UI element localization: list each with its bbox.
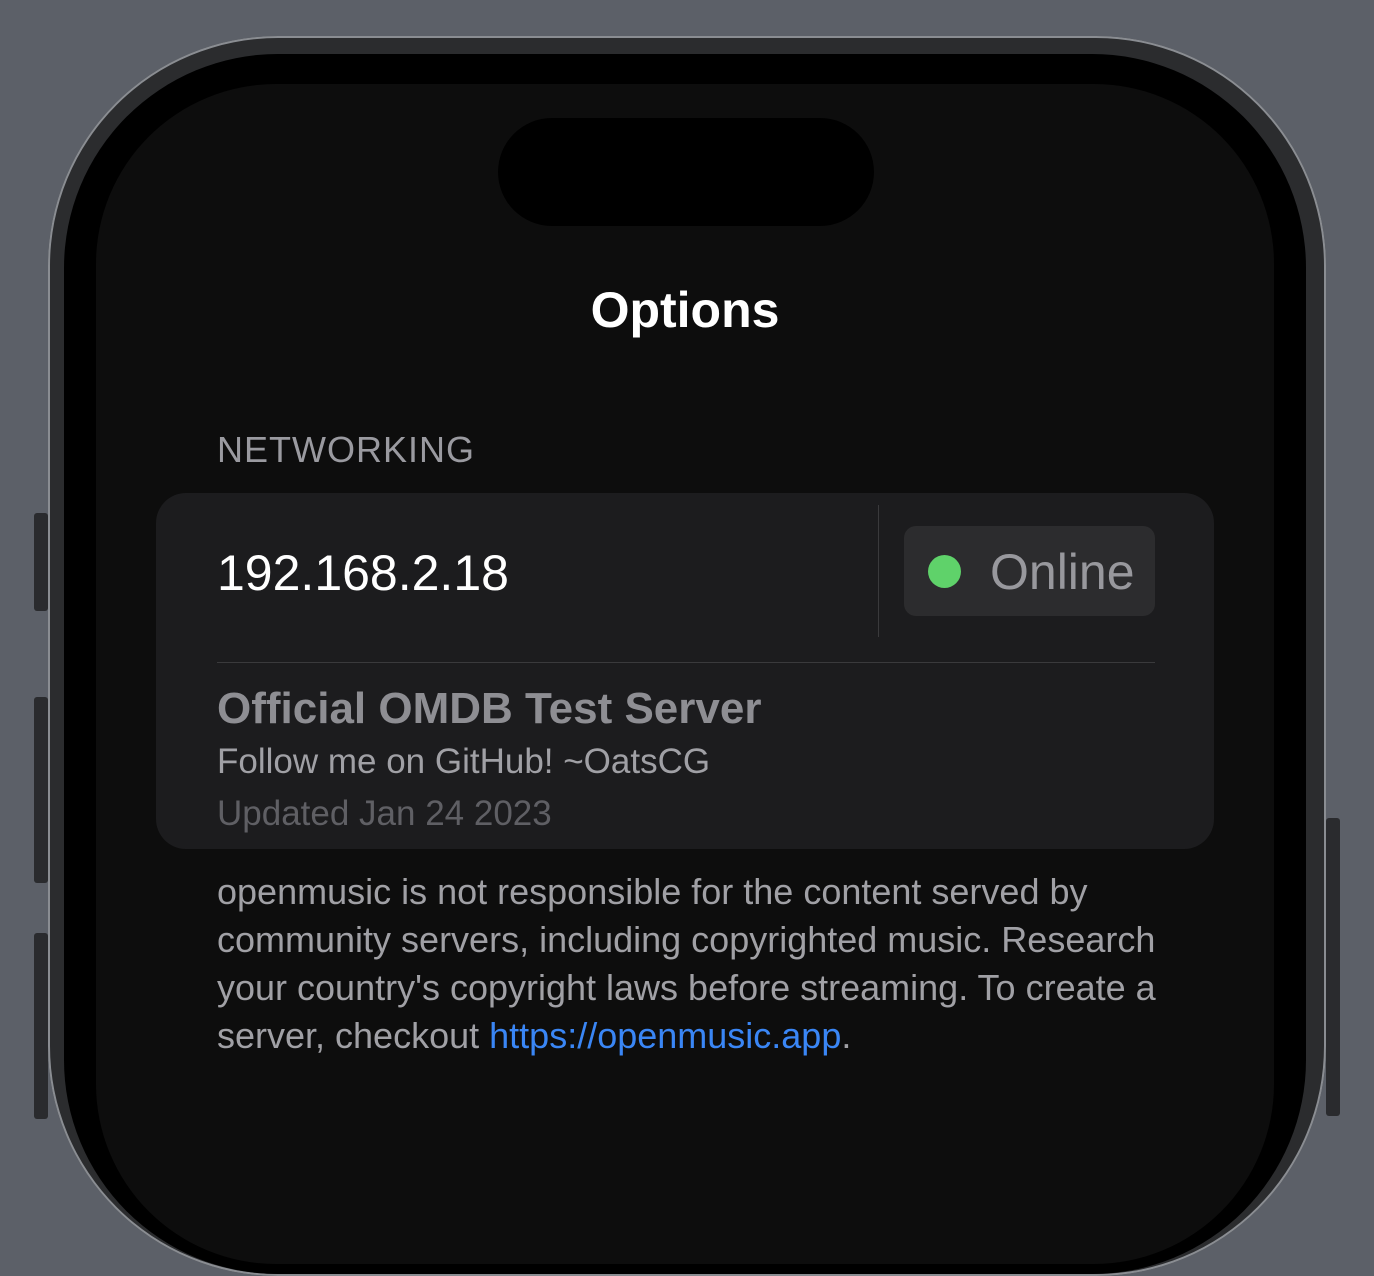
server-ip-field[interactable]: 192.168.2.18 (217, 543, 509, 603)
connection-status-button[interactable]: Online (904, 526, 1155, 616)
status-dot-icon (928, 555, 961, 588)
networking-card: 192.168.2.18 Online Official OMDB Test S… (156, 493, 1214, 849)
dynamic-island (498, 118, 874, 226)
screen: Options NETWORKING 192.168.2.18 Online O… (96, 84, 1274, 1264)
action-button (34, 513, 48, 611)
server-updated-date: Updated Jan 24 2023 (217, 794, 552, 833)
status-label: Online (990, 544, 1135, 600)
power-button (1326, 818, 1340, 1116)
disclaimer-suffix: . (841, 1015, 852, 1056)
page-title: Options (590, 282, 780, 338)
server-name: Official OMDB Test Server (217, 684, 762, 733)
volume-up-button (34, 697, 48, 883)
divider (217, 662, 1155, 663)
volume-down-button (34, 933, 48, 1119)
disclaimer-text: openmusic is not responsible for the con… (217, 868, 1177, 1060)
divider (878, 505, 879, 637)
openmusic-link[interactable]: https://openmusic.app (489, 1015, 841, 1056)
server-description: Follow me on GitHub! ~OatsCG (217, 742, 711, 781)
networking-section-header: NETWORKING (217, 429, 475, 470)
